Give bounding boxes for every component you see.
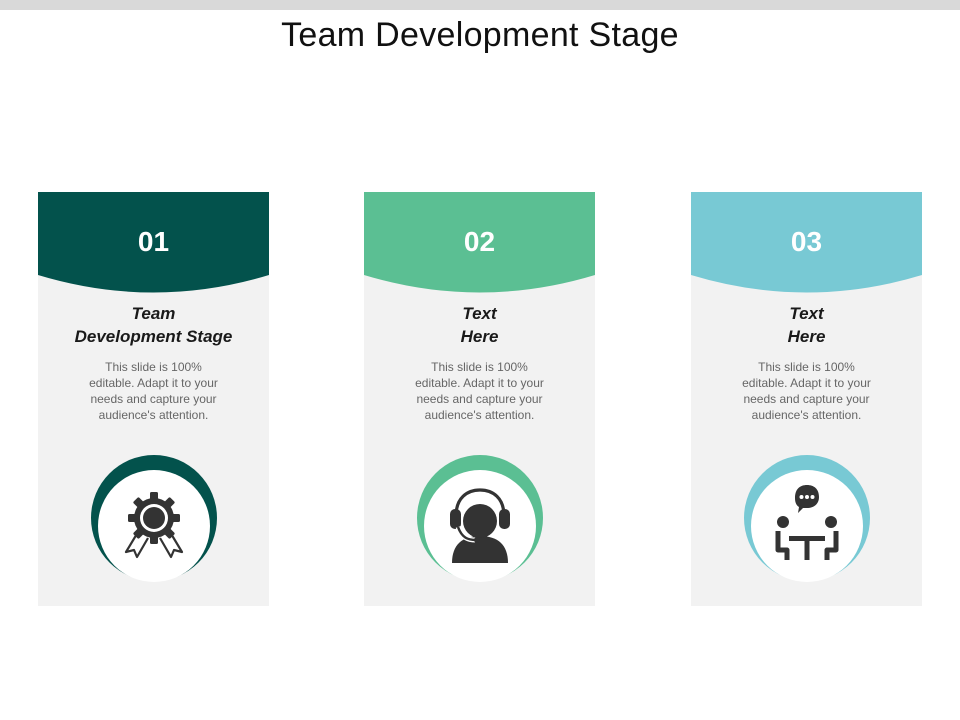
icon-ring xyxy=(416,454,544,582)
card-description: This slide is 100% editable. Adapt it to… xyxy=(742,360,871,422)
stage-card-1: 01 Team Development Stage This slide is … xyxy=(38,192,269,606)
card-heading-line-2: Development Stage xyxy=(74,327,233,346)
icon-ring xyxy=(743,454,871,582)
card-header: 03 xyxy=(691,192,922,302)
top-bar xyxy=(0,0,960,10)
card-heading-line-2: Here xyxy=(460,327,499,346)
stage-card-3: 03 Text Here This slide is 100% editable… xyxy=(691,192,922,606)
card-header: 01 xyxy=(38,192,269,302)
card-number: 01 xyxy=(137,226,170,257)
slide-title: Team Development Stage xyxy=(281,16,679,54)
card-heading-line-2: Here xyxy=(787,327,826,346)
stage-card-2: 02 Text Here This slide is 100% editable… xyxy=(364,192,595,606)
card-heading-line-1: Text xyxy=(789,304,824,323)
card-heading-line-1: Team xyxy=(131,304,176,323)
card-heading-line-1: Text xyxy=(462,304,497,323)
card-heading: Team Development Stage xyxy=(53,302,254,348)
card-number: 02 xyxy=(463,226,496,257)
card-header: 02 xyxy=(364,192,595,302)
card-description: This slide is 100% editable. Adapt it to… xyxy=(89,360,218,422)
card-description: This slide is 100% editable. Adapt it to… xyxy=(415,360,544,422)
card-heading: Text Here xyxy=(379,302,580,348)
card-heading: Text Here xyxy=(706,302,907,348)
card-number: 03 xyxy=(790,226,823,257)
icon-ring xyxy=(90,454,218,582)
